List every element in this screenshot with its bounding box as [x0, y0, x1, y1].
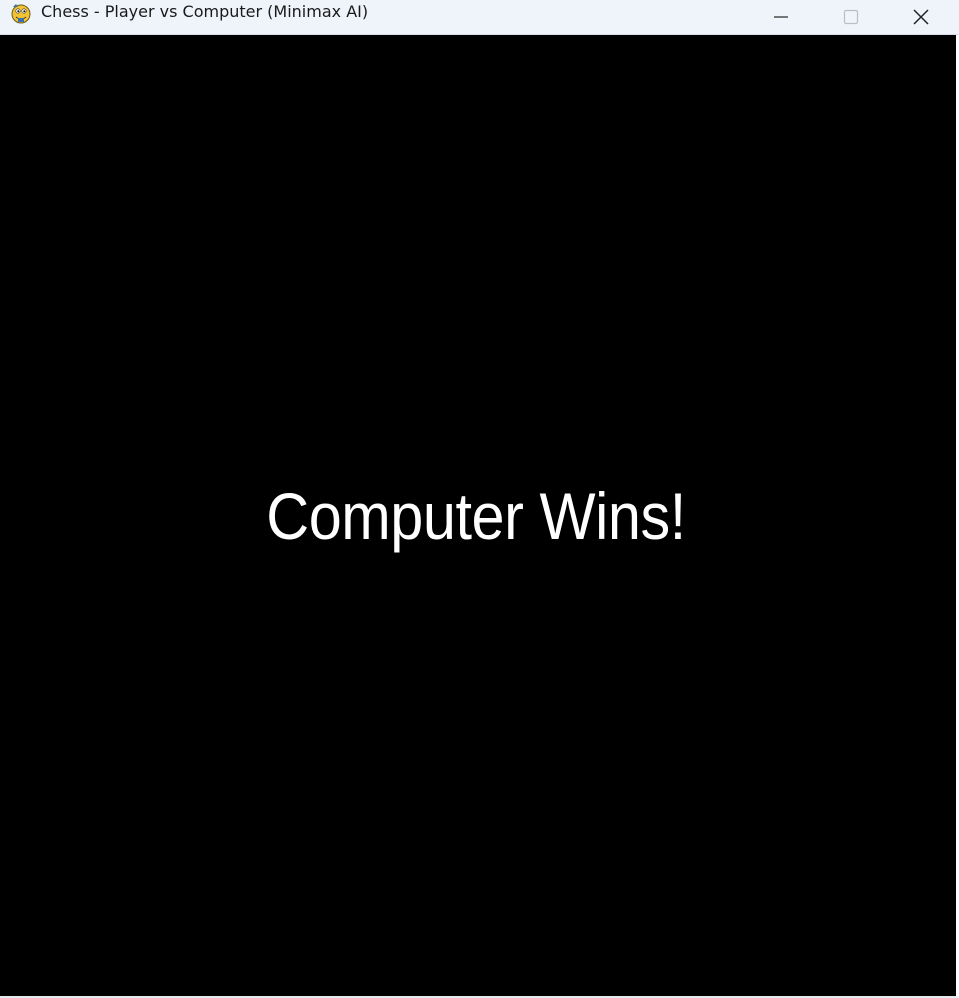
- title-bar[interactable]: Chess - Player vs Computer (Minimax AI): [0, 0, 959, 35]
- close-icon: [912, 8, 930, 26]
- python-snake-icon: [9, 1, 33, 25]
- maximize-icon: [843, 9, 859, 25]
- close-button[interactable]: [898, 0, 944, 34]
- minimize-icon: [773, 9, 789, 25]
- maximize-button[interactable]: [828, 0, 874, 34]
- game-result-message: Computer Wins!: [266, 479, 686, 553]
- app-window: Chess - Player vs Computer (Minimax AI): [0, 0, 959, 998]
- minimize-button[interactable]: [758, 0, 804, 34]
- window-title: Chess - Player vs Computer (Minimax AI): [41, 2, 369, 21]
